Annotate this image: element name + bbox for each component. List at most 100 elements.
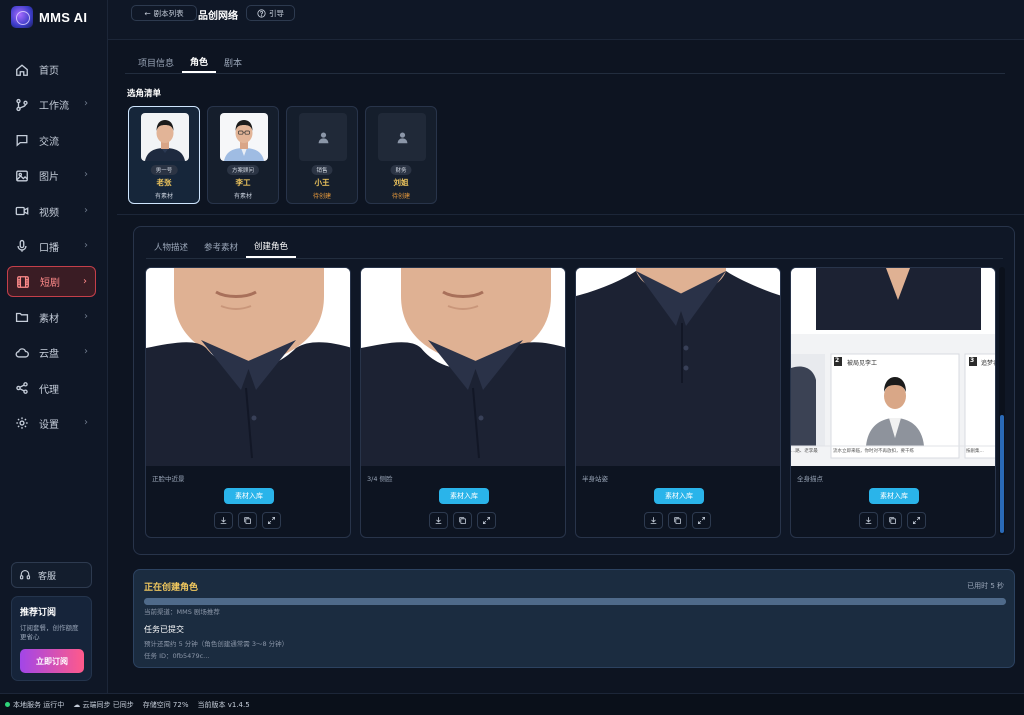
chevron-right-icon: › [84, 239, 88, 251]
panel-tab-2[interactable]: 创建角色 [246, 236, 297, 258]
sidebar-item-5[interactable]: 口播 › [7, 231, 96, 262]
role-status: 有素材 [233, 193, 252, 200]
back-label: 剧本列表 [153, 8, 184, 18]
home-icon [16, 63, 28, 76]
folder-icon [15, 313, 29, 323]
app-logo[interactable]: MMS AI [11, 6, 87, 28]
role-tag: 财务 [390, 165, 412, 175]
role-status: 有素材 [154, 193, 173, 200]
copy-button[interactable] [453, 512, 472, 529]
status-dot-icon [5, 702, 10, 707]
download-button[interactable] [214, 512, 233, 529]
sync-status: ☁ 云端同步 已同步 [73, 700, 133, 710]
role-portrait-image [220, 113, 268, 161]
sidebar-item-1[interactable]: 工作流 › [7, 89, 96, 120]
reference-image[interactable] [361, 268, 565, 466]
download-button[interactable] [429, 512, 448, 529]
reference-image-card: 3/4 侧脸 素材入库 [360, 267, 566, 538]
roles-section-title: 选角清单 [127, 89, 162, 99]
customer-service-button[interactable]: 客服 [11, 562, 92, 588]
copy-button[interactable] [883, 512, 902, 529]
reference-image-card: 2 被局见李工 3 追梦者 ...路、老李最 流水立即来临，你时对不再放扣，要干练 按剧集.… [790, 267, 996, 538]
role-name: 老张 [156, 178, 172, 187]
expand-button[interactable] [477, 512, 496, 529]
reference-image[interactable] [146, 268, 350, 466]
sidebar-item-label: 口播 [39, 242, 59, 254]
role-card[interactable]: 方案顾问 李工 有素材 [207, 106, 279, 204]
expand-button[interactable] [907, 512, 926, 529]
panel-tab-0[interactable]: 人物描述 [146, 236, 196, 258]
sidebar-item-6[interactable]: 短剧 › [7, 266, 96, 298]
download-icon [650, 517, 657, 524]
panel-tab-1[interactable]: 参考素材 [196, 236, 246, 258]
image-label: 正脸中近景 [152, 475, 185, 483]
chevron-right-icon: › [83, 276, 87, 288]
reference-image[interactable]: 2 被局见李工 3 追梦者 ...路、老李最 流水立即来临，你时对不再放扣，要干练 按剧集.… [791, 268, 995, 466]
reference-photo [146, 268, 350, 466]
sidebar-item-3[interactable]: 图片 › [7, 160, 96, 191]
image-actions [214, 512, 281, 529]
reference-image[interactable] [576, 268, 780, 466]
cloud-icon [15, 347, 29, 358]
add-to-library-button[interactable]: 素材入库 [654, 488, 704, 504]
add-to-library-button[interactable]: 素材入库 [869, 488, 919, 504]
reference-photo [576, 268, 780, 466]
progress-estimate: 预计还需约 5 分钟（角色创建通常需 3～8 分钟） [144, 640, 289, 648]
role-status: 待创建 [391, 193, 410, 200]
subscription-card: 推荐订阅 订阅套餐，创作额度更省心 立即订阅 [11, 596, 92, 681]
chevron-right-icon: › [84, 310, 88, 322]
role-tag: 方案顾问 [226, 165, 260, 175]
guide-button[interactable]: 引导 [246, 5, 295, 21]
subscribe-button[interactable]: 立即订阅 [20, 649, 84, 673]
headset-icon [19, 569, 31, 580]
sync-status-text: 云端同步 已同步 [82, 700, 134, 709]
reference-photo [361, 268, 565, 466]
role-name: 刘姐 [393, 178, 409, 187]
film-icon [17, 275, 29, 288]
copy-button[interactable] [668, 512, 687, 529]
sidebar-item-label: 设置 [39, 419, 59, 431]
expand-button[interactable] [692, 512, 711, 529]
image-scrollbar-thumb[interactable] [1000, 415, 1004, 533]
sidebar: MMS AI 首页 工作流 › 交流 图片 › 视频 › 口播 › 短剧 › 素材 › 云盘 › 代理 设置 › 客… [0, 0, 108, 693]
progress-channel: 当前渠道：MMS 剧场推荐 [144, 608, 220, 616]
video-icon [15, 206, 29, 216]
section-divider [117, 214, 1024, 215]
sidebar-item-label: 交流 [39, 136, 59, 148]
sidebar-item-7[interactable]: 素材 › [7, 302, 96, 333]
add-to-library-button[interactable]: 素材入库 [439, 488, 489, 504]
sidebar-item-9[interactable]: 代理 [7, 373, 96, 404]
sidebar-item-4[interactable]: 视频 › [7, 196, 96, 227]
tab-0[interactable]: 项目信息 [130, 52, 182, 73]
service-status-text: 本地服务 运行中 [13, 700, 65, 709]
sidebar-item-8[interactable]: 云盘 › [7, 337, 96, 368]
role-card[interactable]: 财务 刘姐 待创建 [365, 106, 437, 204]
panel-tabs: 人物描述 参考素材 创建角色 [146, 236, 297, 258]
customer-service-label: 客服 [38, 571, 57, 582]
workflow-icon [16, 98, 28, 111]
sidebar-item-10[interactable]: 设置 › [7, 408, 96, 439]
subscription-desc: 订阅套餐，创作额度更省心 [20, 624, 79, 641]
download-button[interactable] [859, 512, 878, 529]
user-placeholder-icon [397, 131, 407, 143]
chevron-right-icon: › [84, 98, 88, 110]
role-tag: 男一号 [150, 165, 178, 175]
progress-status: 任务已提交 [144, 625, 184, 634]
sidebar-item-2[interactable]: 交流 [7, 125, 96, 156]
sidebar-item-label: 首页 [39, 66, 59, 77]
expand-button[interactable] [262, 512, 281, 529]
download-button[interactable] [644, 512, 663, 529]
tab-2[interactable]: 剧本 [216, 52, 250, 73]
sidebar-item-0[interactable]: 首页 [7, 54, 96, 85]
expand-icon [268, 517, 275, 524]
add-to-library-button[interactable]: 素材入库 [224, 488, 274, 504]
copy-icon [459, 517, 466, 524]
role-card[interactable]: 销售 小王 待创建 [286, 106, 358, 204]
copy-button[interactable] [238, 512, 257, 529]
tab-1[interactable]: 角色 [182, 52, 217, 73]
reference-image-card: 半身站姿 素材入库 [575, 267, 781, 538]
role-card[interactable]: 男一号 老张 有素材 [128, 106, 200, 204]
sheet-caption: 按剧集... [966, 449, 984, 454]
chat-icon [16, 135, 28, 147]
back-to-scripts-button[interactable]: ← 剧本列表 [131, 5, 197, 21]
